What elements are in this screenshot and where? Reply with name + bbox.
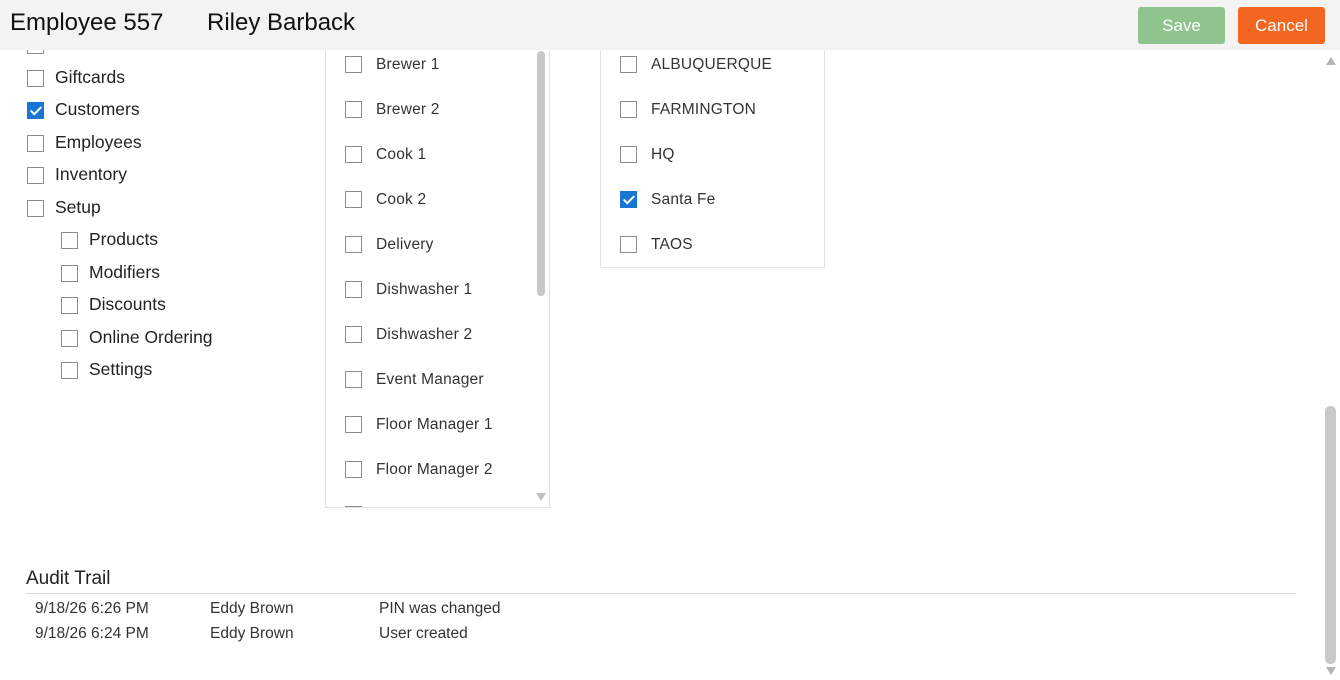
audit-date: 9/18/26 6:26 PM xyxy=(35,600,149,617)
checkbox-icon[interactable] xyxy=(345,461,362,478)
role-label: Dishwasher 1 xyxy=(376,281,473,298)
checkbox-icon[interactable] xyxy=(345,236,362,253)
checkbox-icon[interactable] xyxy=(620,56,637,73)
save-button[interactable]: Save xyxy=(1138,7,1225,44)
role-label: Floor Manager 1 xyxy=(376,416,493,433)
checkbox-icon[interactable] xyxy=(61,264,78,282)
role-label: Floor Manager 2 xyxy=(376,461,493,478)
permission-label: Employees xyxy=(55,131,142,152)
audit-action: User created xyxy=(379,625,468,642)
audit-divider xyxy=(26,593,1296,594)
roles-scrollbar-thumb[interactable] xyxy=(537,51,545,296)
store-label: ALBUQUERQUE xyxy=(651,56,773,73)
audit-trail-heading: Audit Trail xyxy=(26,568,111,589)
audit-user: Eddy Brown xyxy=(210,600,294,617)
audit-action: PIN was changed xyxy=(379,600,501,617)
role-label: Brewer 2 xyxy=(376,101,440,118)
page-scrollbar-thumb[interactable] xyxy=(1325,406,1336,664)
checkbox-checked-icon[interactable] xyxy=(27,102,44,119)
checkbox-icon[interactable] xyxy=(345,371,362,388)
cancel-button[interactable]: Cancel xyxy=(1238,7,1325,44)
checkbox-icon[interactable] xyxy=(620,146,637,163)
checkbox-icon[interactable] xyxy=(345,416,362,433)
role-label: Event Manager xyxy=(376,371,484,388)
permission-label: Settings xyxy=(89,359,153,379)
checkbox-icon[interactable] xyxy=(61,329,78,347)
role-label: Brewer 1 xyxy=(376,56,440,73)
store-label: Santa Fe xyxy=(651,191,716,208)
checkbox-icon[interactable] xyxy=(620,101,637,118)
role-label: Dishwasher 2 xyxy=(376,326,473,343)
checkbox-icon[interactable] xyxy=(27,134,44,152)
checkbox-icon[interactable] xyxy=(345,326,362,343)
main-content: Timecards Giftcards Customers Employees Inve… xyxy=(0,50,1320,680)
permission-label: Timecards xyxy=(55,50,136,55)
role-label: Cook 2 xyxy=(376,191,427,208)
checkbox-icon[interactable] xyxy=(345,146,362,163)
checkbox-icon[interactable] xyxy=(61,232,78,249)
checkbox-icon[interactable] xyxy=(345,506,362,507)
scroll-down-arrow-icon[interactable] xyxy=(1326,667,1336,675)
checkbox-icon[interactable] xyxy=(27,167,44,184)
permission-label: Modifiers xyxy=(89,261,160,282)
permission-label: Products xyxy=(89,229,159,249)
checkbox-icon[interactable] xyxy=(620,236,637,253)
checkbox-icon[interactable] xyxy=(27,199,44,217)
table-row: 9/18/26 6:24 PM Eddy Brown User created xyxy=(0,625,1320,647)
role-label: Delivery xyxy=(376,236,434,253)
scroll-up-arrow-icon[interactable] xyxy=(1326,57,1336,65)
page-scrollbar[interactable] xyxy=(1322,50,1340,680)
permission-label: Online Ordering xyxy=(89,326,213,347)
store-label: HQ xyxy=(651,146,675,163)
permission-label: Inventory xyxy=(55,164,127,184)
checkbox-checked-icon[interactable] xyxy=(620,191,637,208)
roles-scrollbar[interactable] xyxy=(535,50,547,507)
checkbox-icon[interactable] xyxy=(61,362,78,379)
audit-date: 9/18/26 6:24 PM xyxy=(35,625,149,642)
audit-user: Eddy Brown xyxy=(210,625,294,642)
employee-id-title: Employee 557 xyxy=(10,9,164,36)
checkbox-icon[interactable] xyxy=(345,191,362,208)
scroll-down-arrow-icon[interactable] xyxy=(536,493,546,501)
checkbox-icon[interactable] xyxy=(27,69,44,87)
table-row: 9/18/26 6:26 PM Eddy Brown PIN was changed xyxy=(0,600,1320,622)
stores-panel: ALBUQUERQUE FARMINGTON HQ Santa Fe TAOS xyxy=(600,50,825,268)
roles-panel[interactable]: Brewer 1 Brewer 2 Cook 1 Cook 2 Delivery Dish… xyxy=(325,50,550,508)
permission-label: Discounts xyxy=(89,294,166,314)
employee-name-title: Riley Barback xyxy=(207,9,356,36)
permission-label: Customers xyxy=(55,99,140,119)
role-label: Cook 1 xyxy=(376,146,427,163)
checkbox-icon[interactable] xyxy=(345,101,362,118)
store-label: FARMINGTON xyxy=(651,101,757,118)
permission-label: Giftcards xyxy=(55,66,126,87)
checkbox-icon[interactable] xyxy=(345,281,362,298)
header-bar: Employee 557 Riley Barback Save Cancel xyxy=(0,0,1340,50)
permission-label: Setup xyxy=(55,196,101,217)
checkbox-icon[interactable] xyxy=(27,50,44,54)
store-label: TAOS xyxy=(651,236,693,253)
checkbox-icon[interactable] xyxy=(61,297,78,314)
checkbox-icon[interactable] xyxy=(345,56,362,73)
